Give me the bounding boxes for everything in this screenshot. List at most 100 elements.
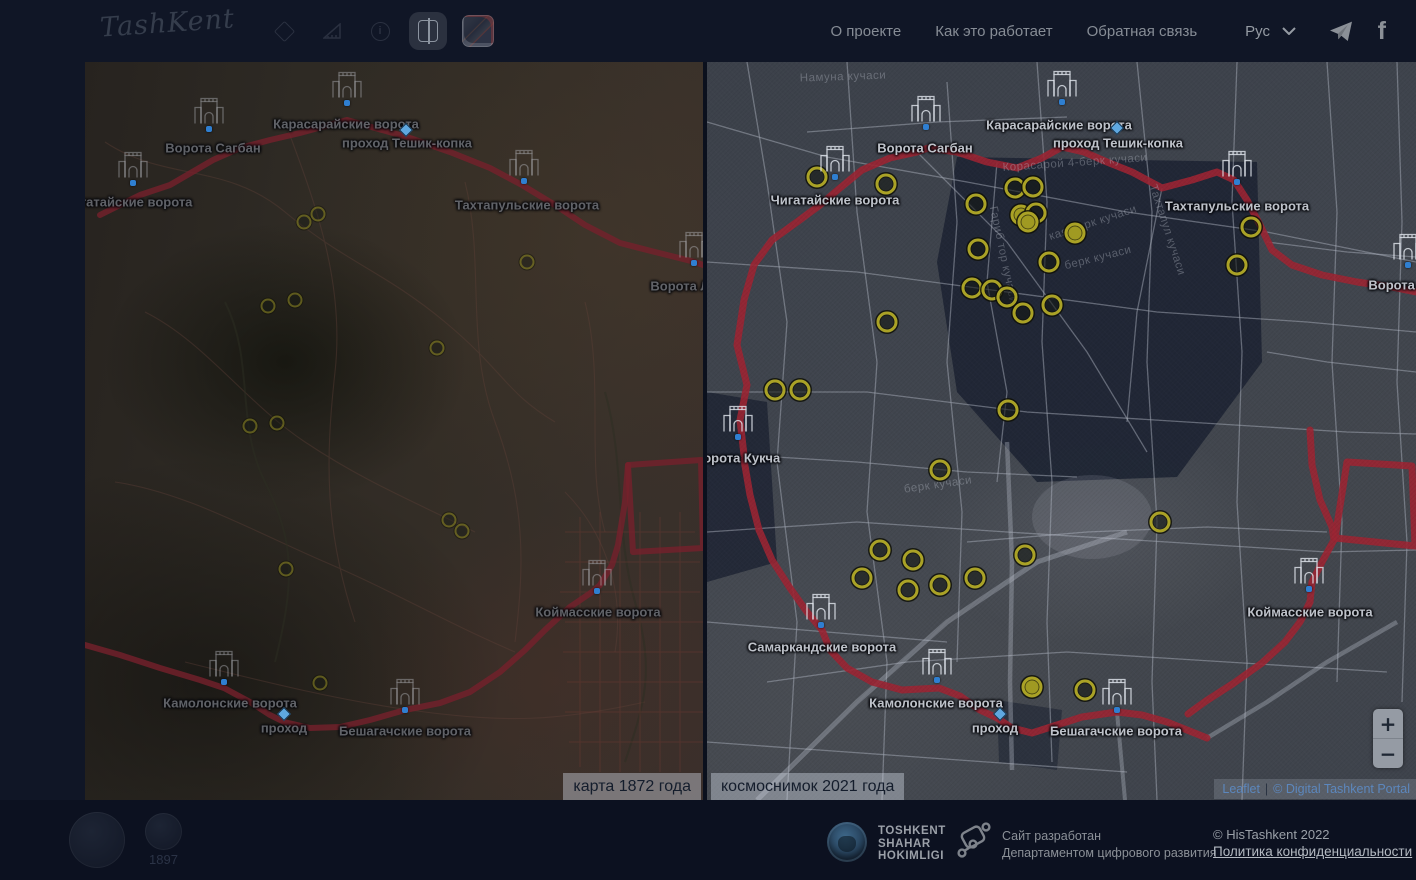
poi-marker[interactable] — [968, 239, 989, 260]
gate-icon[interactable] — [207, 648, 241, 683]
nav-feedback[interactable]: Обратная связь — [1087, 23, 1198, 40]
poi-marker[interactable] — [966, 194, 987, 215]
histashkent-logo[interactable]: TashKent — [99, 3, 236, 43]
poi-marker[interactable] — [930, 460, 951, 481]
ruler-icon[interactable] — [313, 12, 351, 50]
gate-icon[interactable] — [721, 403, 755, 438]
gate-icon[interactable] — [1391, 231, 1416, 266]
poi-marker[interactable] — [997, 287, 1018, 308]
gate-label[interactable]: Ворота Кукча — [707, 451, 780, 466]
gate-icon[interactable] — [1292, 555, 1326, 590]
gate-icon[interactable] — [909, 93, 943, 128]
gate-icon[interactable] — [920, 646, 954, 681]
poi-marker[interactable] — [1018, 212, 1039, 233]
poi-marker[interactable] — [1042, 295, 1063, 316]
year-thumbnail[interactable] — [69, 812, 125, 868]
gate-label[interactable]: проход — [972, 721, 1018, 736]
gate-label[interactable]: Тахтапульские ворота — [455, 198, 599, 213]
poi-marker[interactable] — [930, 575, 951, 596]
poi-marker[interactable] — [520, 255, 535, 270]
gate-label[interactable]: Коймасские ворота — [1247, 605, 1372, 620]
portal-link[interactable]: © Digital Tashkent Portal — [1273, 782, 1410, 796]
poi-marker[interactable] — [1015, 545, 1036, 566]
poi-marker[interactable] — [313, 676, 328, 691]
poi-marker[interactable] — [1065, 223, 1086, 244]
poi-marker[interactable] — [877, 312, 898, 333]
privacy-policy-link[interactable]: Политика конфиденциальности — [1213, 844, 1412, 859]
poi-marker[interactable] — [297, 215, 312, 230]
poi-marker[interactable] — [790, 380, 811, 401]
gate-icon[interactable] — [192, 95, 226, 130]
poi-marker[interactable] — [1023, 177, 1044, 198]
poi-marker[interactable] — [243, 419, 258, 434]
poi-marker[interactable] — [765, 380, 786, 401]
gate-icon[interactable] — [507, 147, 541, 182]
nav-how-it-works[interactable]: Как это работает — [935, 23, 1052, 40]
poi-marker[interactable] — [962, 278, 983, 299]
poi-marker[interactable] — [1013, 303, 1034, 324]
info-icon[interactable]: i — [361, 12, 399, 50]
gate-icon[interactable] — [330, 69, 364, 104]
gate-icon[interactable] — [580, 557, 614, 592]
poi-marker[interactable] — [1075, 680, 1096, 701]
gate-label[interactable]: Камолонские ворота — [163, 696, 297, 711]
gate-label[interactable]: Тахтапульские ворота — [1165, 199, 1309, 214]
poi-marker[interactable] — [311, 207, 326, 222]
gate-label[interactable]: Коймасские ворота — [535, 605, 660, 620]
layers-icon[interactable] — [265, 12, 303, 50]
gate-icon[interactable] — [804, 591, 838, 626]
map-2021[interactable]: космоснимок 2021 года Leaflet | © Digita… — [707, 62, 1416, 800]
map-divider[interactable] — [703, 62, 707, 800]
zoom-out-button[interactable]: − — [1373, 738, 1403, 768]
compare-icon[interactable] — [409, 12, 447, 50]
leaflet-link[interactable]: Leaflet — [1222, 782, 1260, 796]
poi-marker[interactable] — [876, 174, 897, 195]
language-selector[interactable]: Рус — [1245, 23, 1296, 40]
gate-label[interactable]: Ворота Сагбан — [877, 141, 972, 156]
poi-marker[interactable] — [870, 540, 891, 561]
gate-icon[interactable] — [818, 143, 852, 178]
telegram-icon[interactable] — [1328, 20, 1354, 42]
map-style-icon[interactable] — [459, 12, 497, 50]
poi-marker[interactable] — [261, 299, 276, 314]
gate-label[interactable]: Бешагачские ворота — [1050, 724, 1182, 739]
poi-marker[interactable] — [1227, 255, 1248, 276]
gate-icon[interactable] — [677, 229, 703, 264]
poi-marker[interactable] — [852, 568, 873, 589]
poi-marker[interactable] — [903, 550, 924, 571]
gate-label[interactable]: Карасарайские ворота — [273, 117, 419, 132]
poi-marker[interactable] — [455, 524, 470, 539]
gate-label[interactable]: Камолонские ворота — [869, 696, 1003, 711]
poi-marker[interactable] — [442, 513, 457, 528]
gate-icon[interactable] — [116, 149, 150, 184]
poi-marker[interactable] — [1039, 252, 1060, 273]
gate-label[interactable]: проход Тешик-копка — [342, 136, 472, 151]
gate-label[interactable]: проход — [261, 721, 307, 736]
facebook-icon[interactable]: f — [1378, 19, 1386, 44]
poi-marker[interactable] — [270, 416, 285, 431]
gate-icon[interactable] — [1220, 148, 1254, 183]
gate-label[interactable]: Бешагачские ворота — [339, 724, 471, 739]
gate-icon[interactable] — [1100, 676, 1134, 711]
gate-icon[interactable] — [388, 676, 422, 711]
poi-marker[interactable] — [998, 400, 1019, 421]
poi-marker[interactable] — [430, 341, 445, 356]
gate-label[interactable]: Карасарайские ворота — [986, 118, 1132, 133]
gate-label[interactable]: Ворота Л — [1368, 278, 1416, 293]
poi-marker[interactable] — [1022, 677, 1043, 698]
poi-marker[interactable] — [965, 568, 986, 589]
gate-label[interactable]: Ворота Л — [650, 279, 703, 294]
gate-label[interactable]: Чигатайские ворота — [85, 195, 192, 210]
poi-marker[interactable] — [1241, 217, 1262, 238]
poi-marker[interactable] — [1150, 512, 1171, 533]
zoom-in-button[interactable]: + — [1373, 709, 1403, 738]
nav-about[interactable]: О проекте — [830, 23, 901, 40]
gate-label[interactable]: проход Тешик-копка — [1053, 136, 1183, 151]
poi-marker[interactable] — [279, 562, 294, 577]
year-thumbnail-1897[interactable] — [145, 813, 182, 850]
gate-label[interactable]: Самаркандские ворота — [748, 640, 897, 655]
gate-icon[interactable] — [1045, 68, 1079, 103]
poi-marker[interactable] — [288, 293, 303, 308]
gate-label[interactable]: Чигатайские ворота — [771, 193, 900, 208]
map-1872[interactable]: карта 1872 года Ворота СагбанКарасарайск… — [85, 62, 703, 800]
